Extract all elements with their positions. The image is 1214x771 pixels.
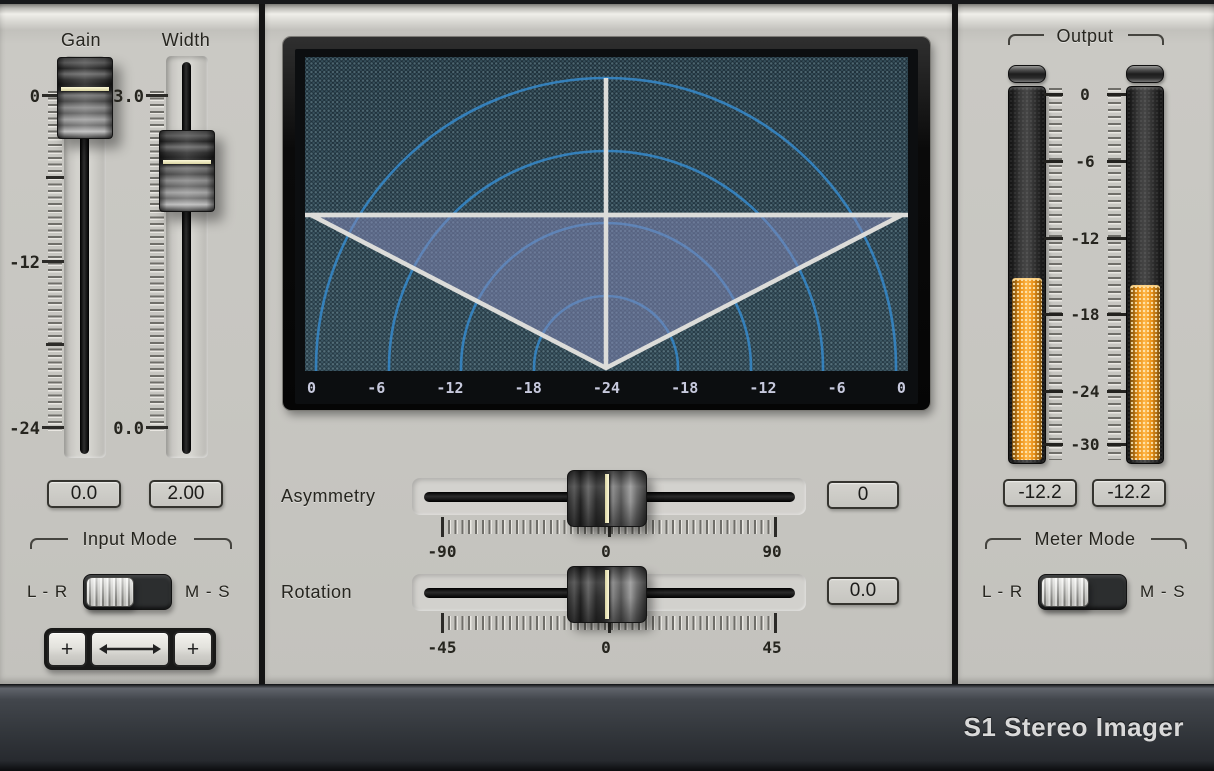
rotation-majtick-min [441,613,444,633]
width-fader-handle[interactable] [159,130,215,212]
axis-label: -6 [828,379,846,397]
channel-nudge-controls: + + [44,628,216,670]
meter-scale-row: 0 [1044,85,1126,103]
output-left-value-box[interactable]: -12.2 [1003,479,1077,507]
vector-display-screen: 0 -6 -12 -18 -24 -18 -12 -6 0 [295,49,918,404]
asymmetry-tick-min: -90 [420,542,464,561]
meter-mode-ms-label: M - S [1140,582,1186,602]
asymmetry-handle-indicator-line [605,474,609,523]
display-section-panel: 0 -6 -12 -18 -24 -18 -12 -6 0 Asymmetry … [265,4,952,684]
meter-mode-toggle-knob[interactable] [1041,577,1089,607]
rotation-tick-mid: 0 [584,638,628,657]
rotation-label: Rotation [281,582,352,603]
vector-display-grid [305,57,908,371]
axis-label: -24 [593,379,620,397]
gain-majtick-6 [46,176,64,179]
output-label: Output [1045,26,1125,47]
asymmetry-slider-handle[interactable] [567,470,647,527]
width-value-box[interactable]: 2.00 [149,480,223,508]
plugin-window: Gain Width 0 -12 -24 3.0 0.0 0.0 2.00 In… [0,0,1214,771]
width-fader-rod [182,62,191,454]
asymmetry-label: Asymmetry [281,486,376,507]
output-meter-fill-left [1012,278,1042,460]
vector-display-bezel: 0 -6 -12 -18 -24 -18 -12 -6 0 [283,37,930,410]
output-bracket-left [1008,34,1044,45]
clip-led-left[interactable] [1008,65,1046,83]
asymmetry-value-box[interactable]: 0 [827,481,899,509]
asymmetry-tick-mid: 0 [584,542,628,561]
asymmetry-tick-max: 90 [750,542,794,561]
meter-mode-toggle[interactable] [1038,574,1127,610]
input-mode-toggle-knob[interactable] [86,577,134,607]
width-majtick-bottom [146,426,168,429]
asymmetry-majtick-max [774,517,777,537]
meter-scale-row: -24 [1044,382,1126,400]
width-handle-indicator-line [163,160,211,164]
stereo-vector-graphic [305,57,908,371]
output-right-value-box[interactable]: -12.2 [1092,479,1166,507]
meter-scale-row: -18 [1044,305,1126,323]
rotation-value-box[interactable]: 0.0 [827,577,899,605]
plugin-title: S1 Stereo Imager [964,712,1184,743]
rotation-majtick-max [774,613,777,633]
gain-majtick-18 [46,343,64,346]
output-section-panel: Output 0 -6 -12 -18 -24 -30 -12.2 -12.2 … [958,4,1214,684]
axis-label: -12 [749,379,776,397]
meter-scale-row: -12 [1044,229,1126,247]
clip-led-right[interactable] [1126,65,1164,83]
width-majtick-top [146,94,168,97]
axis-label: -18 [515,379,542,397]
meter-scale-row: -30 [1044,435,1126,453]
input-mode-label: Input Mode [60,529,200,550]
output-meter-fill-right [1130,285,1160,460]
gain-majtick-24 [42,426,64,429]
output-meter-right [1126,86,1164,464]
rotation-tick-min: -45 [420,638,464,657]
meter-tick-strip-right [1108,88,1121,460]
input-mode-ms-label: M - S [185,582,231,602]
gain-handle-indicator-line [61,87,109,91]
gain-majtick-12 [42,260,64,263]
nudge-left-plus-button[interactable]: + [47,631,87,667]
width-label: Width [150,30,222,51]
plugin-title-bar: S1 Stereo Imager [0,684,1214,771]
meter-mode-lr-label: L - R [982,582,1023,602]
axis-label: -12 [436,379,463,397]
gain-scale-24: -24 [0,419,40,439]
input-section-panel: Gain Width 0 -12 -24 3.0 0.0 0.0 2.00 In… [0,4,259,684]
gain-scale-12: -12 [0,253,40,273]
axis-label: -6 [367,379,385,397]
rotation-handle-indicator-line [605,570,609,619]
output-meter-left [1008,86,1046,464]
gain-value-box[interactable]: 0.0 [47,480,121,508]
width-scale-bottom: 0.0 [104,419,144,439]
meter-tick-strip-left [1049,88,1062,460]
meter-mode-bracket-right [1151,538,1187,549]
rotation-tick-max: 45 [750,638,794,657]
axis-label: -18 [671,379,698,397]
input-mode-lr-label: L - R [27,582,68,602]
meter-scale-row: -6 [1044,152,1126,170]
display-axis-labels: 0 -6 -12 -18 -24 -18 -12 -6 0 [295,371,918,404]
horizontal-double-arrow-icon [98,642,162,656]
gain-scale-0: 0 [0,87,40,107]
axis-label: 0 [897,379,906,397]
output-bracket-right [1128,34,1164,45]
meter-mode-label: Meter Mode [1015,529,1155,550]
width-scale-top: 3.0 [104,87,144,107]
input-mode-toggle[interactable] [83,574,172,610]
nudge-right-plus-button[interactable]: + [173,631,213,667]
axis-label: 0 [307,379,316,397]
rotation-slider-handle[interactable] [567,566,647,623]
gain-label: Gain [45,30,117,51]
asymmetry-majtick-min [441,517,444,537]
nudge-center-button[interactable] [90,631,170,667]
